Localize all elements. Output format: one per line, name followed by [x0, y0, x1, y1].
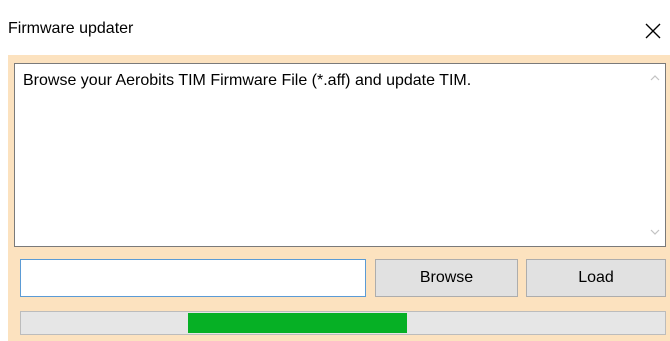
- message-text: Browse your Aerobits TIM Firmware File (…: [23, 72, 472, 89]
- chevron-down-icon[interactable]: [649, 226, 661, 238]
- file-path-input[interactable]: [20, 259, 366, 297]
- message-textbox[interactable]: Browse your Aerobits TIM Firmware File (…: [14, 63, 666, 247]
- close-button[interactable]: [636, 14, 670, 48]
- progress-bar: [20, 311, 666, 335]
- vertical-scrollbar[interactable]: [645, 64, 665, 246]
- load-button[interactable]: Load: [526, 259, 666, 297]
- close-icon: [645, 23, 661, 39]
- window-title: Firmware updater: [8, 20, 134, 37]
- firmware-updater-window: Firmware updater Browse your Aerobits TI…: [0, 0, 670, 341]
- browse-button[interactable]: Browse: [375, 259, 518, 297]
- chevron-up-icon[interactable]: [649, 72, 661, 84]
- title-bar: Firmware updater: [0, 0, 670, 55]
- progress-fill: [188, 313, 408, 333]
